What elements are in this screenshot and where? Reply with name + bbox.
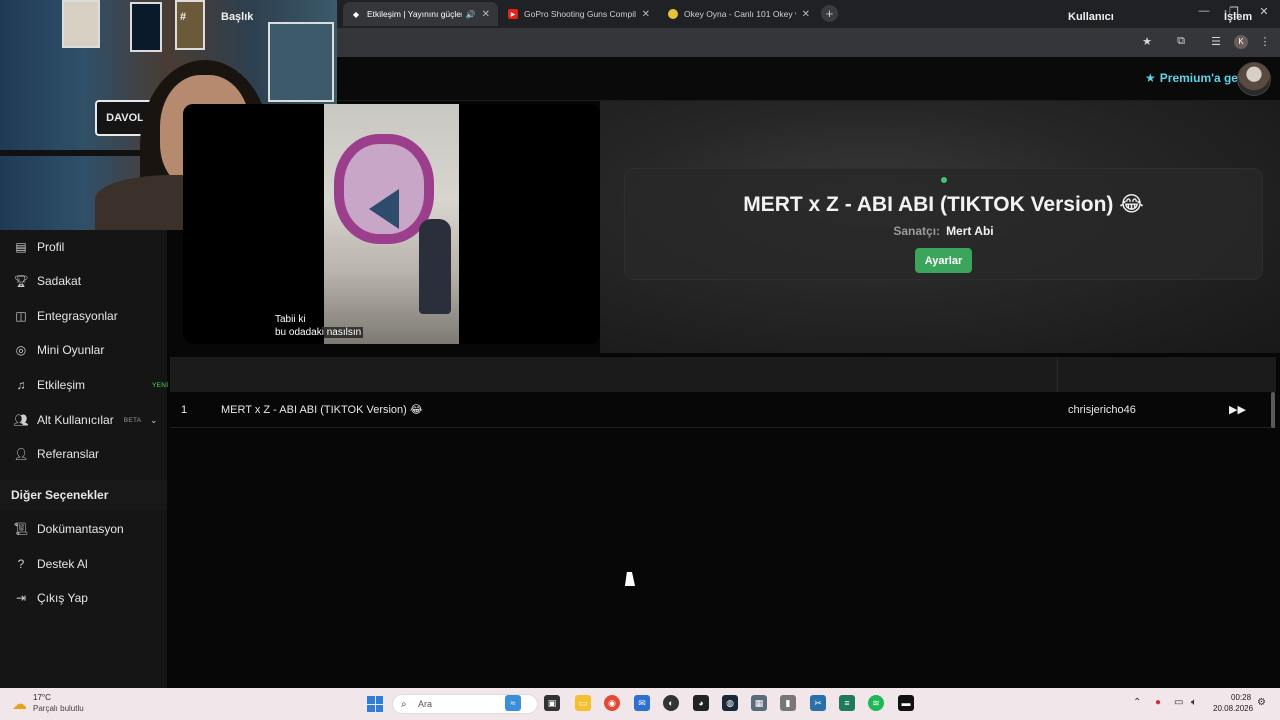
id-card-icon: ▤	[15, 240, 27, 254]
tab-etkilesim[interactable]: ◆ Etkileşim | Yayınını güçlendir 🔊 ✕	[343, 2, 498, 26]
user-avatar[interactable]	[1237, 62, 1271, 96]
extensions-icon[interactable]: ⧉	[1173, 35, 1189, 48]
sidebar-item-profil[interactable]: ▤ Profil	[0, 230, 167, 264]
artist-line: Sanatçı: Mert Abi	[893, 224, 994, 238]
star-icon: ★	[1145, 71, 1156, 85]
live-status-dot	[941, 177, 947, 183]
logout-icon: ⇥	[15, 591, 27, 605]
beta-badge: BETA	[123, 416, 142, 424]
row-title: MERT x Z - ABI ABI (TIKTOK Version) 😂	[221, 404, 423, 416]
tab-okey[interactable]: Okey Oyna - Canlı 101 Okey ve ✕	[660, 2, 818, 26]
users-icon: 👥︎	[13, 413, 29, 427]
speaker-icon[interactable]: 🔊	[466, 10, 476, 19]
settings-button[interactable]: Ayarlar	[915, 248, 972, 273]
sidebar-item-etkilesim[interactable]: ♫ Etkileşim YENİ	[0, 368, 169, 402]
start-button[interactable]	[367, 696, 383, 712]
mouse-cursor	[625, 572, 637, 586]
sidebar-item-entegrasyonlar[interactable]: ◫ Entegrasyonlar	[0, 299, 167, 333]
sidebar-item-dokumantasyon[interactable]: 📜︎ Dokümantasyon	[0, 512, 167, 546]
sidebar-item-alt-kullanicilar[interactable]: 👥︎ Alt Kullanıcılar BETA ⌄	[0, 403, 167, 437]
game-icon	[668, 9, 678, 19]
notes-icon[interactable]: ≡	[839, 695, 855, 711]
trophy-icon: 🏆︎	[13, 274, 29, 288]
tab-gopro[interactable]: ▶ GoPro Shooting Guns Compilati ✕	[500, 2, 658, 26]
clock-date[interactable]: 20.08.2026	[1213, 704, 1253, 713]
skip-forward-icon[interactable]: ▶▶	[1229, 403, 1246, 416]
steam-icon[interactable]: ◍	[722, 695, 738, 711]
browser-profile-avatar[interactable]: K	[1234, 35, 1248, 49]
sidebar-section-title: Diğer Seçenekler	[0, 480, 167, 510]
scrollbar[interactable]	[1271, 392, 1275, 428]
youtube-icon: ▶	[508, 9, 518, 19]
snipping-tool-icon[interactable]: ✂	[810, 695, 826, 711]
microphone-app-icon[interactable]: ▮	[780, 695, 796, 711]
new-tab-button[interactable]: +	[821, 5, 838, 22]
wave-app-icon[interactable]: ≈	[505, 695, 521, 711]
premium-link[interactable]: ★ Premium'a geç	[1145, 71, 1245, 85]
scroll-icon: 📜︎	[13, 522, 29, 536]
queue-table-header	[170, 357, 1276, 392]
obs-icon[interactable]: ◐	[663, 695, 679, 711]
sidebar-item-sadakat[interactable]: 🏆︎ Sadakat	[0, 264, 167, 298]
mail-icon[interactable]: ✉	[634, 695, 650, 711]
notification-icon[interactable]: ⚙	[1257, 697, 1266, 708]
bookmark-star-icon[interactable]: ★	[1139, 35, 1155, 48]
question-icon: ?	[17, 557, 25, 571]
diamond-icon: ◆	[352, 9, 360, 19]
column-header-title: Başlık	[221, 11, 254, 23]
row-index: 1	[181, 404, 188, 416]
close-window-icon[interactable]: ✕	[1256, 5, 1272, 18]
kebab-menu-icon[interactable]: ⋮	[1257, 35, 1273, 48]
song-title: MERT x Z - ABI ABI (TIKTOK Version) 😂	[743, 193, 1144, 216]
sidebar-item-mini-oyunlar[interactable]: ◎ Mini Oyunlar	[0, 333, 167, 367]
reading-list-icon[interactable]: ☰	[1208, 35, 1224, 48]
weather-desc[interactable]: Parçalı bulutlu	[33, 704, 84, 713]
close-tab-icon[interactable]: ✕	[482, 9, 490, 20]
close-tab-icon[interactable]: ✕	[642, 9, 650, 20]
calculator-icon[interactable]: ▦	[751, 695, 767, 711]
spotify-icon[interactable]: ≋	[868, 695, 884, 711]
app-header	[337, 57, 1280, 101]
column-header-user: Kullanıcı	[1068, 11, 1114, 23]
tray-chevron-icon[interactable]: ⌃	[1133, 697, 1141, 708]
video-player[interactable]: Tabii ki bu odadaki nasılsın	[183, 104, 600, 344]
search-icon: ⌕	[401, 699, 407, 710]
weather-temp[interactable]: 17°C	[33, 693, 51, 702]
minimize-icon[interactable]: —	[1196, 5, 1212, 17]
discord-icon[interactable]: ◕	[693, 695, 709, 711]
gamepad-icon: ◎	[15, 343, 27, 357]
user-group-icon: 👤︎	[13, 447, 29, 461]
close-tab-icon[interactable]: ✕	[802, 9, 810, 20]
file-explorer-icon[interactable]: ▭	[575, 695, 591, 711]
sidebar-item-cikis-yap[interactable]: ⇥ Çıkış Yap	[0, 581, 167, 615]
video-frame	[324, 104, 459, 344]
task-view-icon[interactable]: ▣	[544, 695, 560, 711]
sidebar-item-referanslar[interactable]: 👤︎ Referanslar	[0, 437, 167, 471]
row-user: chrisjericho46	[1068, 404, 1136, 416]
chevron-down-icon[interactable]: ⌄	[150, 415, 158, 426]
column-header-action: İşlem	[1224, 11, 1253, 23]
video-subtitle: Tabii ki bu odadaki nasılsın	[273, 314, 364, 338]
integration-icon: ◫	[15, 309, 27, 323]
network-icon[interactable]: ▭	[1174, 697, 1183, 708]
clock-time[interactable]: 00:28	[1231, 693, 1251, 702]
sidebar-item-destek-al[interactable]: ? Destek Al	[0, 547, 167, 581]
chrome-icon[interactable]: ◉	[604, 695, 620, 711]
mic-tray-icon[interactable]: ●	[1155, 697, 1161, 708]
column-header-index: #	[180, 11, 187, 23]
new-badge: YENİ	[152, 381, 169, 389]
artist-name: Mert Abi	[946, 224, 994, 238]
volume-icon[interactable]: 🔈︎	[1191, 697, 1197, 708]
music-note-icon: ♫	[16, 378, 26, 392]
weather-icon[interactable]: ☁︎	[12, 695, 27, 713]
terminal-app-icon[interactable]: ▬	[898, 695, 914, 711]
